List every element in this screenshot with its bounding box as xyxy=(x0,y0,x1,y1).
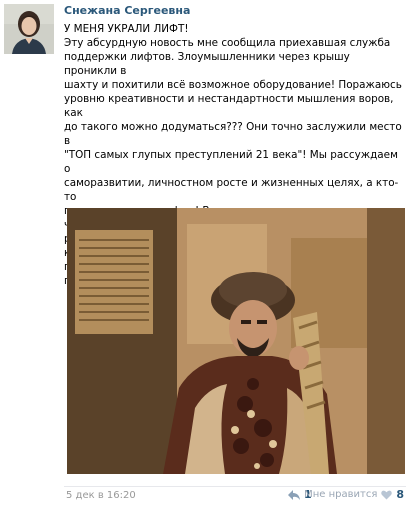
wall-post: Снежана Сергеевна У МЕНЯ УКРАЛИ ЛИФТ! Эт… xyxy=(0,0,414,510)
like-label: Мне нравится xyxy=(304,489,378,500)
post-date-link[interactable]: 5 дек в 16:20 xyxy=(66,490,136,501)
author-name-link[interactable]: Снежана Сергеевна xyxy=(64,4,190,17)
heart-icon xyxy=(381,490,396,500)
post-photo[interactable] xyxy=(67,208,405,474)
like-button[interactable]: Мне нравится 8 xyxy=(304,488,404,501)
author-avatar[interactable] xyxy=(4,4,54,54)
like-count: 8 xyxy=(396,488,404,501)
reply-arrow-icon xyxy=(288,489,304,500)
post-footer: 5 дек в 16:20 1 Мне нравится 8 xyxy=(64,486,406,503)
